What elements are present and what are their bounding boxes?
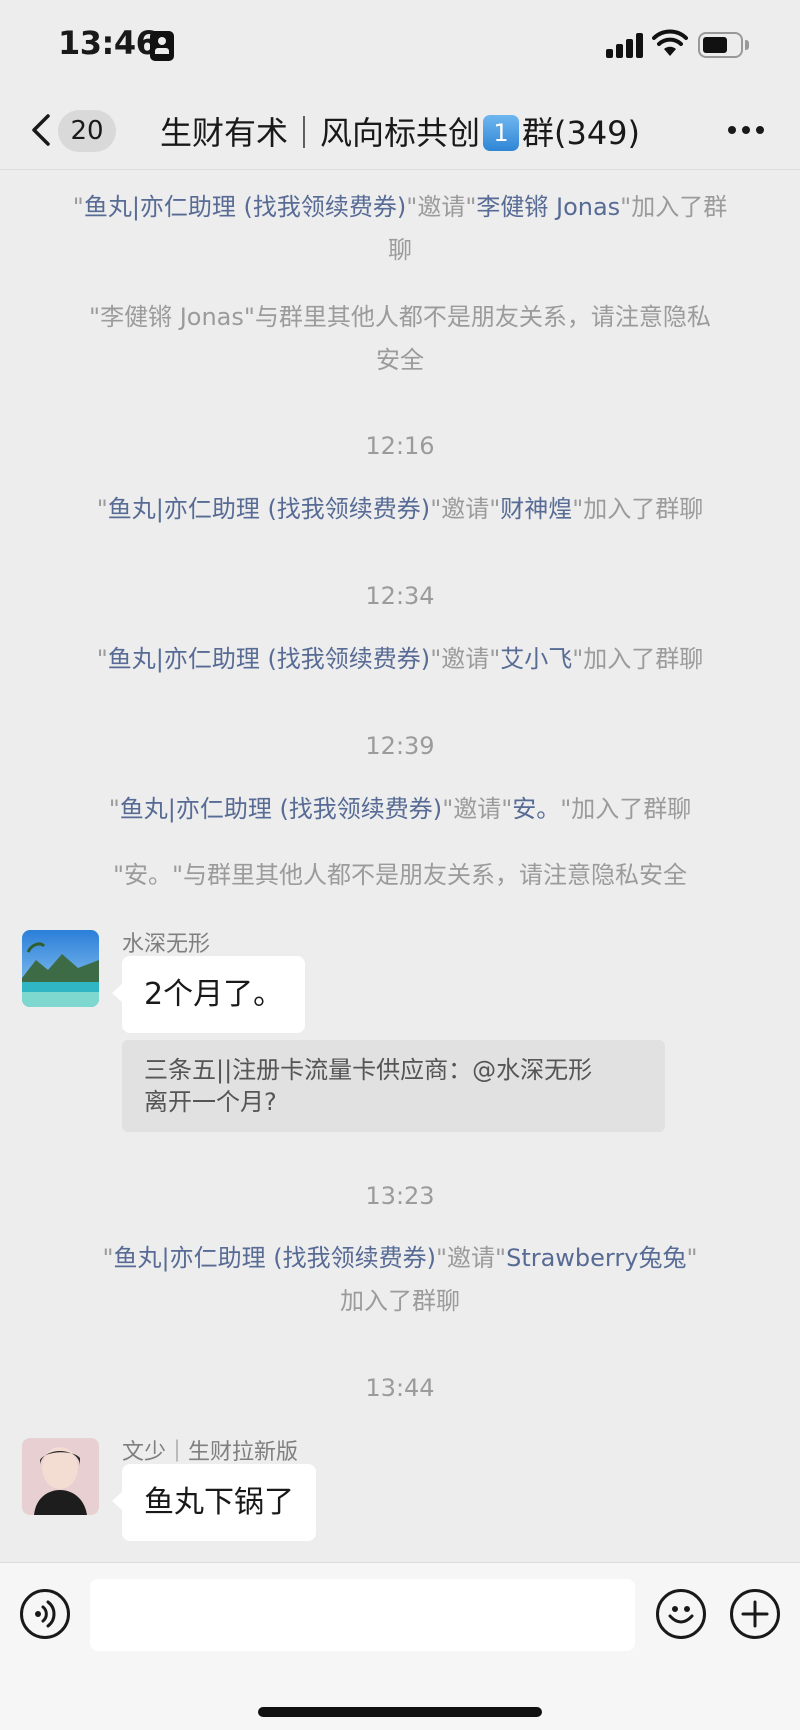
- timestamp: 12:34: [365, 582, 435, 610]
- plus-icon[interactable]: [730, 1589, 780, 1639]
- system-message-invite: "鱼丸|亦仁助理 (找我领续费券)"邀请"Strawberry兔兔" 加入了群聊: [102, 1244, 698, 1315]
- system-message-privacy: "安。"与群里其他人都不是朋友关系，请注意隐私安全: [112, 861, 688, 889]
- voice-icon[interactable]: [20, 1589, 70, 1639]
- invitee-name[interactable]: Strawberry兔兔: [506, 1244, 686, 1272]
- invitee-name[interactable]: 李健锵 Jonas: [476, 193, 620, 221]
- invitee-name[interactable]: 安。: [512, 795, 560, 823]
- chat-title-prefix: 生财有术｜风向标共创: [159, 114, 480, 152]
- message-bubble[interactable]: 鱼丸下锅了: [112, 1464, 316, 1541]
- status-bar: 13:46: [0, 0, 800, 90]
- status-time: 13:46: [58, 24, 158, 62]
- wifi-icon: [652, 29, 688, 56]
- timestamp: 13:44: [365, 1374, 435, 1402]
- chat-title-suffix: 群(349): [521, 114, 641, 152]
- emoji-icon[interactable]: [656, 1589, 706, 1639]
- inviter-name[interactable]: 鱼丸|亦仁助理 (找我领续费券): [84, 193, 406, 221]
- system-message-invite: "鱼丸|亦仁助理 (找我领续费券)"邀请"财神煌"加入了群聊: [96, 495, 704, 523]
- timestamp: 12:39: [365, 732, 435, 760]
- number-one-badge: 1: [482, 115, 519, 151]
- system-message-invite: "鱼丸|亦仁助理 (找我领续费券)"邀请"李健锵 Jonas"加入了群聊: [72, 193, 728, 264]
- quoted-message[interactable]: 三条五||注册卡流量卡供应商：@水深无形 离开一个月?: [122, 1040, 665, 1132]
- inviter-name[interactable]: 鱼丸|亦仁助理 (找我领续费券): [114, 1244, 436, 1272]
- person-avatar-icon: [22, 1438, 99, 1515]
- invitee-name[interactable]: 财神煌: [500, 495, 572, 523]
- message-bubble[interactable]: 2个月了。: [111, 956, 306, 1033]
- landscape-avatar-icon: [22, 930, 99, 1007]
- inviter-name[interactable]: 鱼丸|亦仁助理 (找我领续费券): [108, 645, 430, 673]
- unread-count-badge[interactable]: 20: [58, 110, 116, 152]
- battery-icon: [698, 32, 749, 58]
- input-bar: [0, 1562, 800, 1730]
- avatar[interactable]: [22, 930, 99, 1007]
- invitee-name[interactable]: 艾小飞: [500, 645, 572, 673]
- signal-icon: [606, 32, 644, 58]
- chat-title: 生财有术｜风向标共创 1 群(349): [120, 108, 680, 154]
- system-message-invite: "鱼丸|亦仁助理 (找我领续费券)"邀请"艾小飞"加入了群聊: [96, 645, 704, 673]
- inviter-name[interactable]: 鱼丸|亦仁助理 (找我领续费券): [120, 795, 442, 823]
- sender-name: 水深无形: [122, 932, 211, 957]
- timestamp: 13:23: [365, 1182, 435, 1210]
- message-input[interactable]: [90, 1579, 635, 1651]
- contact-card-icon: [150, 31, 174, 61]
- timestamp: 12:16: [365, 432, 435, 460]
- quote-line: 离开一个月?: [144, 1088, 277, 1116]
- system-message-privacy: "李健锵 Jonas"与群里其他人都不是朋友关系，请注意隐私安全: [89, 303, 711, 374]
- avatar[interactable]: [22, 1438, 99, 1515]
- inviter-name[interactable]: 鱼丸|亦仁助理 (找我领续费券): [108, 495, 430, 523]
- back-chevron-icon[interactable]: [28, 112, 58, 148]
- quote-line: 三条五||注册卡流量卡供应商：@水深无形: [144, 1056, 593, 1084]
- sender-name: 文少｜生财拉新版: [122, 1440, 299, 1465]
- more-dots-icon[interactable]: [728, 126, 768, 136]
- home-indicator[interactable]: [258, 1707, 542, 1717]
- system-message-invite: "鱼丸|亦仁助理 (找我领续费券)"邀请"安。"加入了群聊: [108, 795, 692, 823]
- chat-header: 20 生财有术｜风向标共创 1 群(349): [0, 90, 800, 170]
